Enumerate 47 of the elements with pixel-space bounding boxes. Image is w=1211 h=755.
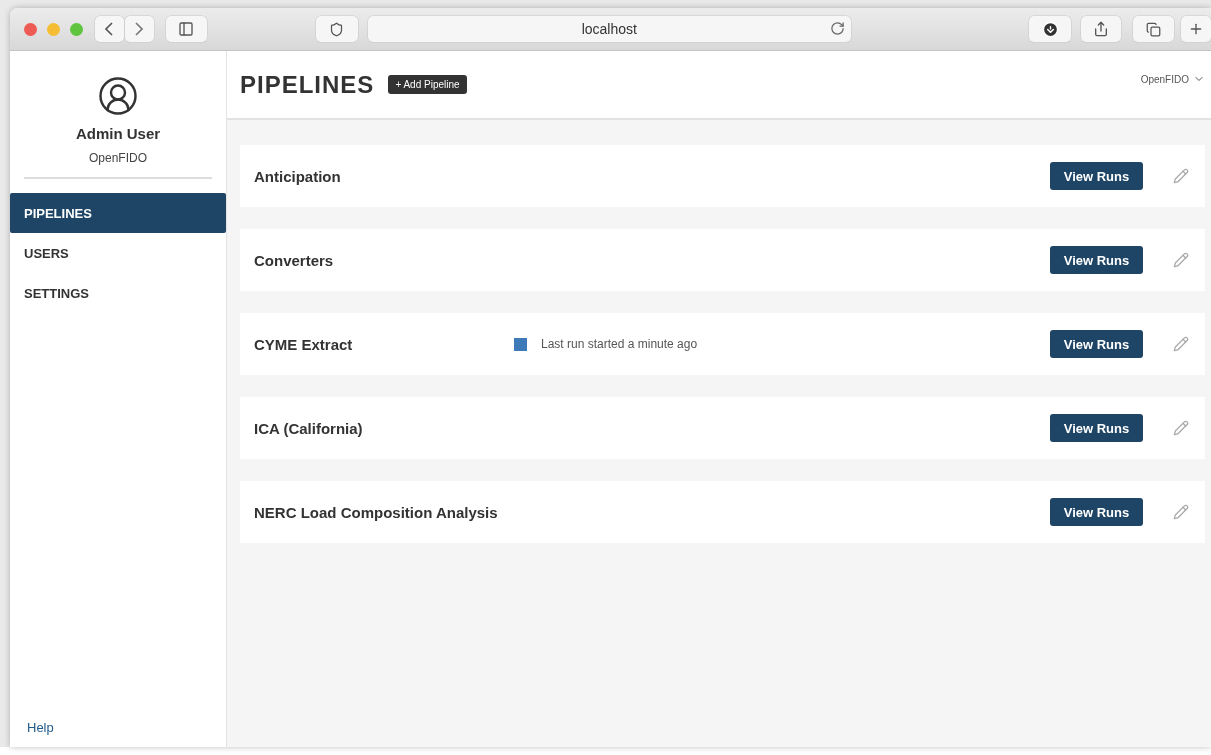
privacy-button[interactable]: [315, 16, 358, 42]
add-pipeline-button[interactable]: + Add Pipeline: [388, 75, 467, 94]
share-button[interactable]: [1081, 16, 1121, 42]
chevron-right-icon: [135, 22, 144, 36]
pipeline-name: Anticipation: [254, 167, 342, 185]
edit-icon[interactable]: [1173, 336, 1189, 352]
downloads-button[interactable]: [1029, 16, 1071, 42]
view-runs-button[interactable]: View Runs: [1050, 414, 1143, 442]
view-runs-button[interactable]: View Runs: [1050, 330, 1143, 358]
download-icon: [1041, 20, 1059, 38]
sidebar-icon: [178, 21, 195, 37]
view-runs-button[interactable]: View Runs: [1050, 162, 1143, 190]
edit-icon[interactable]: [1173, 252, 1189, 268]
share-icon: [1093, 21, 1109, 37]
help-link[interactable]: Help: [27, 720, 54, 735]
sidebar-button[interactable]: [165, 16, 207, 42]
avatar-icon: [97, 75, 139, 117]
pipeline-name: NERC Load Composition Analysis: [254, 503, 499, 521]
nav-item[interactable]: SETTINGS: [10, 273, 226, 313]
view-runs-button[interactable]: View Runs: [1050, 246, 1143, 274]
maximize-icon[interactable]: [69, 22, 83, 36]
edit-icon[interactable]: [1173, 168, 1189, 184]
organization-menu[interactable]: OpenFIDO: [1140, 73, 1205, 85]
shield-icon: [329, 21, 345, 37]
pipeline-name: ICA (California): [254, 419, 364, 437]
page-title: PIPELINES: [240, 70, 375, 99]
user-name: Admin User: [75, 125, 161, 142]
close-icon[interactable]: [24, 22, 37, 36]
reload-icon[interactable]: [830, 21, 845, 36]
minimize-icon[interactable]: [46, 22, 60, 36]
edit-icon[interactable]: [1173, 504, 1189, 520]
run-status: Last run started a minute ago: [541, 337, 698, 351]
address-bar[interactable]: localhost: [367, 16, 851, 42]
edit-icon[interactable]: [1173, 420, 1189, 436]
forward-button[interactable]: [124, 16, 154, 42]
back-button[interactable]: [94, 16, 124, 42]
view-runs-button[interactable]: View Runs: [1050, 498, 1143, 526]
nav-item[interactable]: USERS: [10, 233, 226, 273]
pipeline-name: Converters: [254, 251, 335, 269]
plus-icon: [1188, 21, 1204, 37]
tabs-button[interactable]: [1133, 16, 1174, 42]
nav-item[interactable]: PIPELINES: [10, 193, 226, 233]
tabs-icon: [1146, 21, 1161, 37]
user-organization: OpenFIDO: [89, 151, 147, 165]
new-tab-button[interactable]: [1181, 16, 1211, 42]
chevron-left-icon: [105, 22, 114, 36]
pipeline-name: CYME Extract: [254, 335, 354, 353]
